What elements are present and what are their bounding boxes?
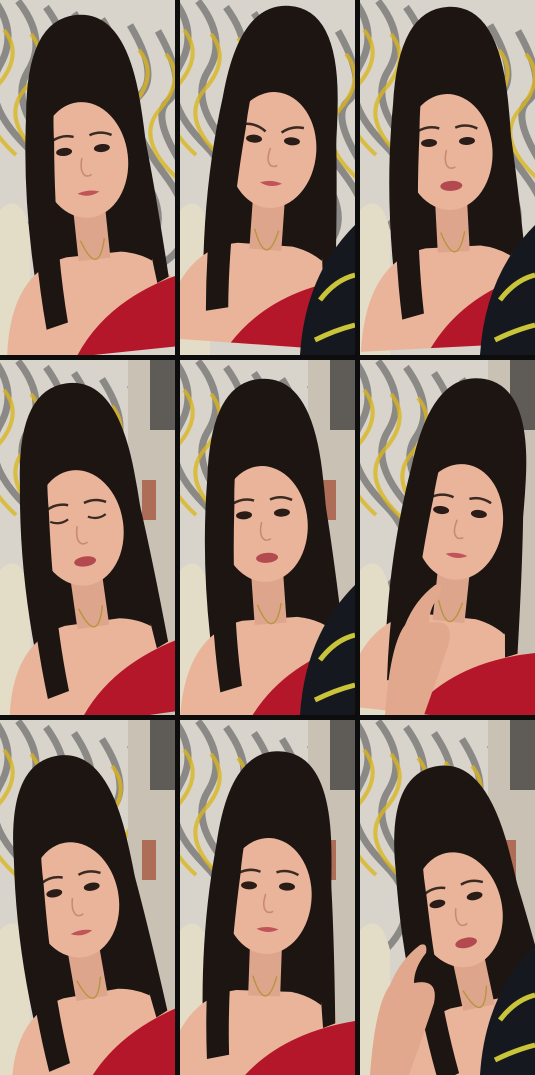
wall-poster — [142, 480, 156, 520]
video-frame-tile — [180, 720, 355, 1075]
video-frame-tile — [0, 720, 175, 1075]
wall-poster — [142, 840, 156, 880]
video-frame — [180, 360, 355, 715]
video-frame-tile — [0, 0, 175, 355]
ceiling — [510, 720, 535, 790]
video-frame — [0, 720, 175, 1075]
video-frame — [180, 0, 355, 355]
video-frame — [0, 0, 175, 355]
video-frame — [180, 720, 355, 1075]
video-frame — [0, 360, 175, 715]
ceiling — [330, 720, 355, 790]
video-frame-tile — [0, 360, 175, 715]
video-frame — [360, 720, 535, 1075]
video-frame-tile — [180, 360, 355, 715]
ceiling — [150, 720, 175, 790]
ceiling — [150, 360, 175, 430]
video-frame-tile — [360, 0, 535, 355]
video-frame-tile — [180, 0, 355, 355]
ceiling — [330, 360, 355, 430]
video-frame-tile — [360, 720, 535, 1075]
video-frame — [360, 360, 535, 715]
video-call-grid — [0, 0, 535, 1075]
video-frame-tile — [360, 360, 535, 715]
video-frame — [360, 0, 535, 355]
